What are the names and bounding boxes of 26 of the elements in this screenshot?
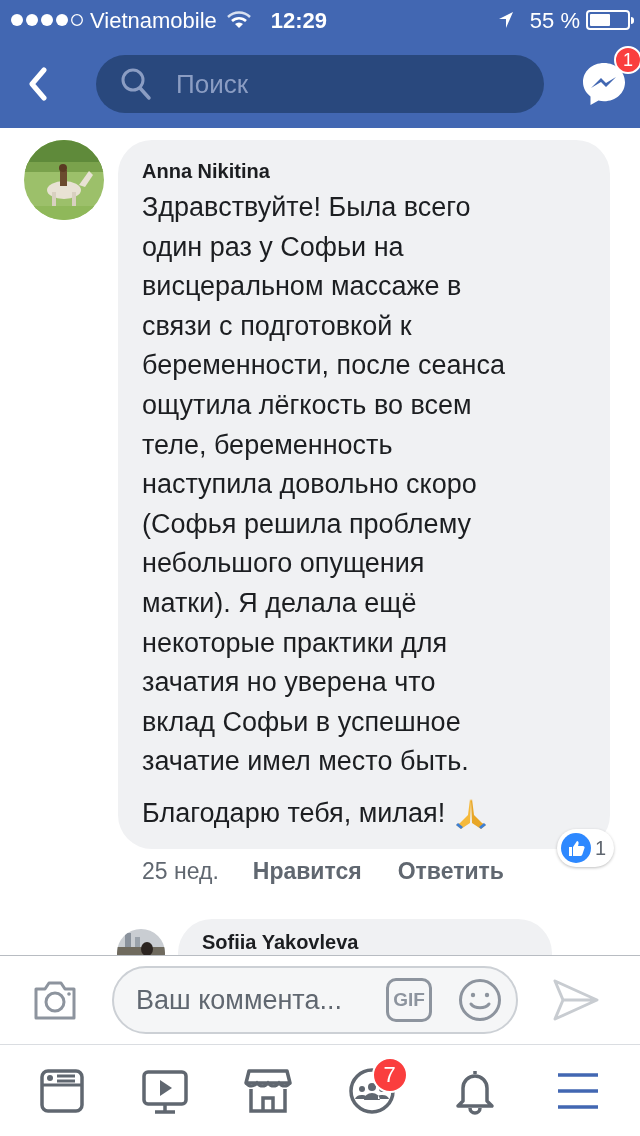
tab-button[interactable]: 7 — [331, 1050, 412, 1131]
carrier-name: Vietnamobile — [90, 6, 217, 35]
author-name[interactable]: Sofiia Yakovleva — [202, 930, 359, 953]
comment-text: Здравствуйте! Была всего один раз у Софьи на висцеральном массаже в связи с подготовкой к беременности, после сеанса ощутила лёгкость во всем теле, беременность наступила довольно скоро (Софья решила проблему небольшого опущения матки). Я делала ещё некоторые практики для зачатия но уверена что вклад Софьи в успешное зачатие имел место быть. — [142, 191, 506, 779]
shop-icon — [244, 1066, 293, 1115]
like-link[interactable]: Нравится — [252, 853, 362, 889]
comment-text: Благодарю тебя, милая! — [142, 796, 446, 830]
author-name[interactable]: Anna Nikitina — [142, 158, 586, 184]
notification-badge: 1 — [614, 46, 640, 74]
people-icon — [347, 1066, 396, 1115]
clock-time: 12:29 — [270, 6, 328, 35]
notification-badge: 7 — [371, 1056, 408, 1093]
location-arrow-icon — [497, 11, 514, 29]
emoji-icon[interactable] — [458, 978, 502, 1022]
reaction-count: 1 — [556, 828, 614, 867]
news-feed-icon — [37, 1066, 86, 1115]
camera-icon[interactable] — [32, 979, 78, 1021]
reply-link[interactable]: Ответить — [397, 853, 504, 889]
thumbs-up-icon — [560, 832, 591, 863]
comment-time: 25 нед. — [142, 856, 219, 886]
search-icon — [120, 67, 152, 101]
battery-percent: 55 % — [529, 6, 580, 35]
search-field[interactable]: Поиск — [96, 55, 544, 113]
back-chevron-icon — [28, 67, 48, 101]
signal-icon — [10, 13, 84, 27]
wifi-icon — [226, 11, 251, 29]
